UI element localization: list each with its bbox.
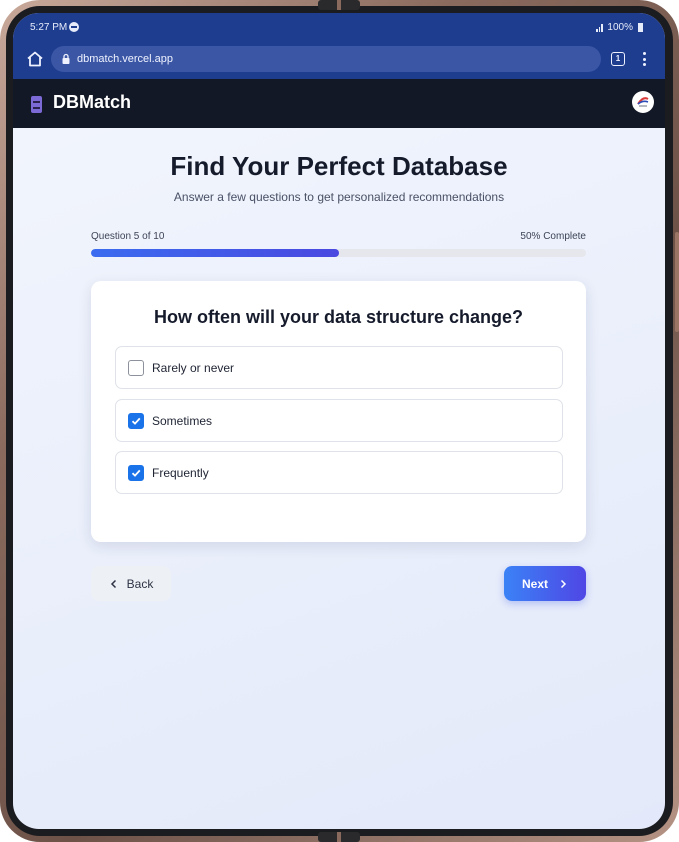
status-bar: 5:27 PM 100% xyxy=(13,13,665,41)
url-bar[interactable]: dbmatch.vercel.app xyxy=(51,46,601,72)
option-frequently[interactable]: Frequently xyxy=(115,451,563,494)
notification-icon xyxy=(69,22,79,32)
option-rarely-or-never[interactable]: Rarely or never xyxy=(115,346,563,389)
option-label: Rarely or never xyxy=(152,361,235,375)
home-icon[interactable] xyxy=(25,49,45,69)
chevron-right-icon xyxy=(560,579,567,588)
browser-chrome: 5:27 PM 100% dbmatch.vercel.app 1 xyxy=(13,13,665,79)
page-title: Find Your Perfect Database xyxy=(170,151,508,181)
battery-percent: 100% xyxy=(607,22,633,33)
url-text: dbmatch.vercel.app xyxy=(77,53,173,65)
chevron-left-icon xyxy=(110,579,116,588)
checkbox[interactable] xyxy=(128,360,144,376)
battery-icon xyxy=(638,23,643,32)
question-counter: Question 5 of 10 xyxy=(91,231,165,242)
side-button xyxy=(675,232,679,332)
option-label: Sometimes xyxy=(152,414,213,428)
option-sometimes[interactable]: Sometimes xyxy=(115,399,563,442)
checkbox[interactable] xyxy=(128,413,144,429)
hinge-top xyxy=(318,0,360,10)
database-logo-icon xyxy=(31,96,42,113)
question-text: How often will your data structure chang… xyxy=(153,307,524,327)
more-menu-icon[interactable] xyxy=(639,51,649,67)
back-button[interactable]: Back xyxy=(91,566,171,601)
page-subtitle: Answer a few questions to get personaliz… xyxy=(173,190,505,204)
signal-icon xyxy=(596,23,604,32)
hinge-bottom xyxy=(318,832,360,842)
avatar[interactable] xyxy=(632,91,654,113)
lock-icon xyxy=(61,53,71,65)
screen: 5:27 PM 100% dbmatch.vercel.app 1 DBMatc… xyxy=(13,13,665,829)
tab-count-button[interactable]: 1 xyxy=(611,52,625,66)
next-label: Next xyxy=(521,576,548,591)
question-card: How often will your data structure chang… xyxy=(91,281,586,542)
status-time: 5:27 PM xyxy=(30,22,68,33)
option-label: Frequently xyxy=(152,466,209,480)
checkbox[interactable] xyxy=(128,465,144,481)
app-header: DBMatch xyxy=(13,79,665,128)
progress-bar xyxy=(91,249,586,257)
back-label: Back xyxy=(126,576,154,591)
app-title: DBMatch xyxy=(53,92,132,112)
status-right: 100% xyxy=(596,22,643,33)
device-frame: 5:27 PM 100% dbmatch.vercel.app 1 DBMatc… xyxy=(0,0,679,842)
next-button[interactable]: Next xyxy=(504,566,586,601)
progress-fill xyxy=(91,249,339,257)
progress-percent: 50% Complete xyxy=(520,231,586,242)
